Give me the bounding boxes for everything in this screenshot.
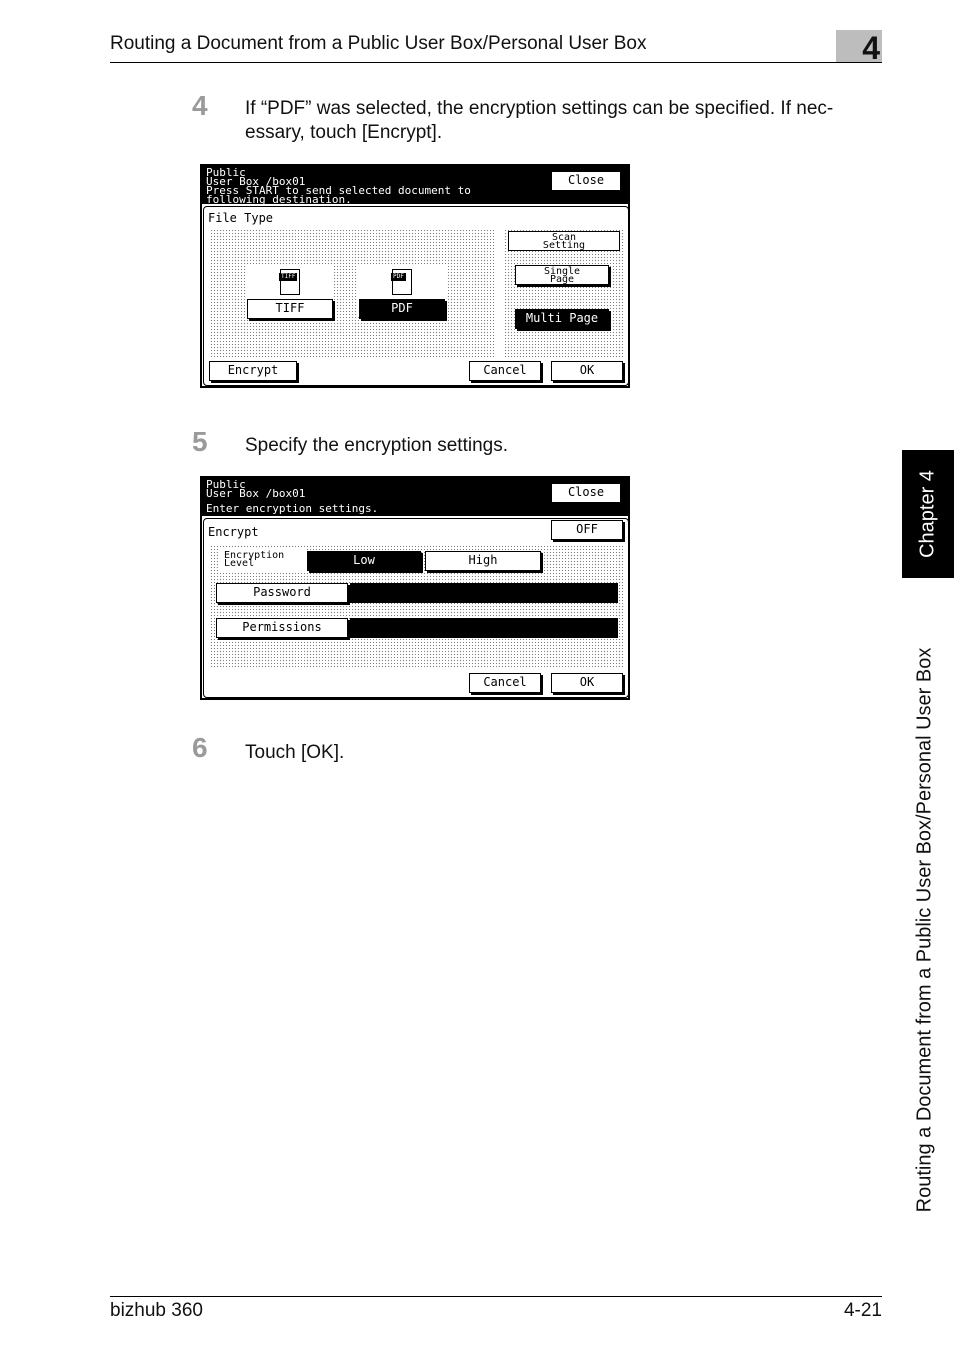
pdf-icon-label: PDF	[391, 273, 406, 281]
close-button[interactable]: Close	[551, 171, 621, 191]
cancel-button[interactable]: Cancel	[469, 361, 541, 381]
step-6-number: 6	[192, 732, 208, 763]
encrypt-label: Encrypt	[208, 525, 259, 539]
footer-page-number: 4-21	[843, 1300, 882, 1321]
scan-setting-line2: Setting	[542, 240, 586, 251]
file-type-panel: File Type TIFF TIFF PDF PDF Scan Setting…	[203, 206, 629, 386]
low-level-button[interactable]: Low	[307, 551, 421, 571]
close-button[interactable]: Close	[551, 483, 621, 503]
chapter-side-tab: Chapter 4	[902, 450, 954, 578]
step-5-number: 5	[192, 426, 208, 457]
single-page-line2: Page	[549, 274, 575, 285]
step-5-text: Specify the encryption settings.	[245, 435, 508, 456]
screen2-header-line3: Enter encryption settings.	[206, 502, 379, 515]
encryption-level-label: Encryption Level	[218, 549, 306, 571]
file-type-label: File Type	[208, 211, 274, 225]
encrypt-button[interactable]: Encrypt	[209, 361, 297, 381]
file-type-screen: Public User Box /box01 Press START to se…	[200, 164, 630, 388]
password-field[interactable]	[350, 583, 618, 603]
multi-page-button[interactable]: Multi Page	[515, 309, 609, 329]
ok-button[interactable]: OK	[551, 673, 623, 693]
side-section-title: Routing a Document from a Public User Bo…	[913, 647, 936, 1213]
step-4-number: 4	[192, 90, 208, 121]
step-6-text: Touch [OK].	[245, 742, 345, 763]
tiff-icon-label: TIFF	[279, 273, 298, 281]
permissions-field[interactable]	[350, 618, 618, 638]
chapter-side-label: Chapter 4	[916, 470, 939, 558]
pdf-button[interactable]: PDF	[359, 299, 445, 319]
single-page-button[interactable]: Single Page	[515, 265, 609, 285]
running-header-title: Routing a Document from a Public User Bo…	[110, 33, 647, 54]
tiff-button[interactable]: TIFF	[247, 299, 333, 319]
high-level-button[interactable]: High	[425, 551, 541, 571]
encrypt-off-button[interactable]: OFF	[551, 520, 623, 540]
encrypt-screen: Public User Box /box01 Enter encryption …	[200, 476, 630, 700]
encryption-level-line2: Level	[224, 558, 255, 569]
chapter-number-box: 4	[836, 30, 882, 66]
tiff-file-icon: TIFF	[279, 269, 300, 295]
pdf-file-icon: PDF	[391, 269, 412, 295]
password-button[interactable]: Password	[216, 583, 348, 603]
footer-rule	[110, 1296, 882, 1297]
header-rule	[110, 62, 882, 63]
encrypt-panel: Encrypt OFF Encryption Level Low High Pa…	[203, 518, 629, 698]
permissions-button[interactable]: Permissions	[216, 618, 348, 638]
step-4-text: If “PDF” was selected, the encryption se…	[245, 98, 834, 143]
footer-product: bizhub 360	[110, 1300, 203, 1321]
scan-setting-label: Scan Setting	[508, 231, 620, 251]
ok-button[interactable]: OK	[551, 361, 623, 381]
cancel-button[interactable]: Cancel	[469, 673, 541, 693]
